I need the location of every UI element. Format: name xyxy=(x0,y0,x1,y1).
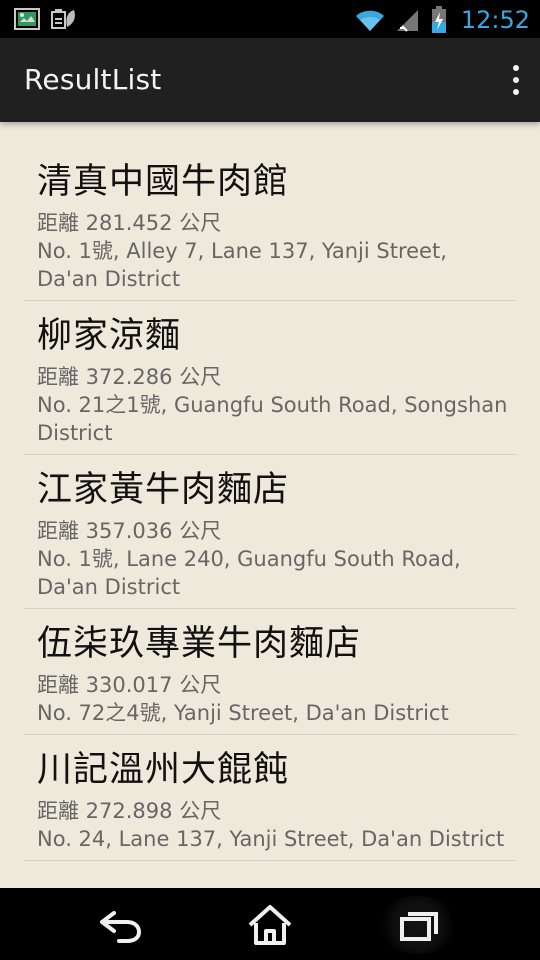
restaurant-distance: 距離 281.452 公尺 xyxy=(37,211,222,235)
restaurant-address: No. 72之4號, Yanji Street, Da'an District xyxy=(37,701,449,725)
status-time: 12:52 xyxy=(460,6,530,34)
result-item[interactable]: 江家黃牛肉麵店 距離 357.036 公尺 No. 1號, Lane 240, … xyxy=(24,455,516,609)
restaurant-distance: 距離 372.286 公尺 xyxy=(37,365,222,389)
restaurant-name: 江家黃牛肉麵店 xyxy=(37,470,290,510)
battery-saver-icon xyxy=(50,7,78,31)
restaurant-distance: 距離 357.036 公尺 xyxy=(37,519,222,543)
home-icon xyxy=(246,903,294,947)
restaurant-name: 清真中國牛肉館 xyxy=(37,162,290,202)
restaurant-address: No. 1號, Lane 240, Guangfu South Road, Da… xyxy=(37,547,461,599)
recent-apps-icon xyxy=(394,904,442,946)
system-status-icons: 12:52 xyxy=(353,5,530,35)
restaurant-distance: 距離 272.898 公尺 xyxy=(37,799,222,823)
wifi-icon xyxy=(353,6,387,34)
navigation-bar xyxy=(0,888,540,960)
result-item[interactable]: 柳家涼麵 距離 372.286 公尺 No. 21之1號, Guangfu So… xyxy=(24,301,516,455)
result-list-screen: 12:52 ResultList 清真中國牛肉館 距離 281.452 公尺 N… xyxy=(0,0,540,960)
gallery-icon xyxy=(14,7,42,31)
overflow-menu-button[interactable] xyxy=(504,62,528,98)
restaurant-address: No. 24, Lane 137, Yanji Street, Da'an Di… xyxy=(37,827,505,851)
status-bar: 12:52 xyxy=(0,0,540,38)
back-button[interactable] xyxy=(78,896,162,954)
result-list[interactable]: 清真中國牛肉館 距離 281.452 公尺 No. 1號, Alley 7, L… xyxy=(24,146,516,861)
signal-icon xyxy=(395,6,421,34)
more-vert-icon xyxy=(513,65,519,71)
restaurant-address: No. 1號, Alley 7, Lane 137, Yanji Street,… xyxy=(37,239,447,291)
screen-title: ResultList xyxy=(24,63,162,96)
restaurant-name: 伍柒玖專業牛肉麵店 xyxy=(37,624,362,664)
recent-apps-button[interactable] xyxy=(376,896,460,954)
battery-charging-icon xyxy=(429,5,449,35)
restaurant-distance: 距離 330.017 公尺 xyxy=(37,673,222,697)
restaurant-name: 柳家涼麵 xyxy=(37,316,182,356)
more-vert-icon xyxy=(513,89,519,95)
restaurant-name: 川記溫州大餛飩 xyxy=(37,750,290,790)
result-item[interactable]: 川記溫州大餛飩 距離 272.898 公尺 No. 24, Lane 137, … xyxy=(24,735,516,861)
more-vert-icon xyxy=(513,77,519,83)
result-item[interactable]: 清真中國牛肉館 距離 281.452 公尺 No. 1號, Alley 7, L… xyxy=(24,146,516,301)
notification-icons xyxy=(14,7,78,31)
result-item[interactable]: 伍柒玖專業牛肉麵店 距離 330.017 公尺 No. 72之4號, Yanji… xyxy=(24,609,516,735)
home-button[interactable] xyxy=(228,896,312,954)
restaurant-address: No. 21之1號, Guangfu South Road, Songshan … xyxy=(37,393,508,445)
back-icon xyxy=(96,904,144,946)
action-bar: ResultList xyxy=(0,38,540,122)
